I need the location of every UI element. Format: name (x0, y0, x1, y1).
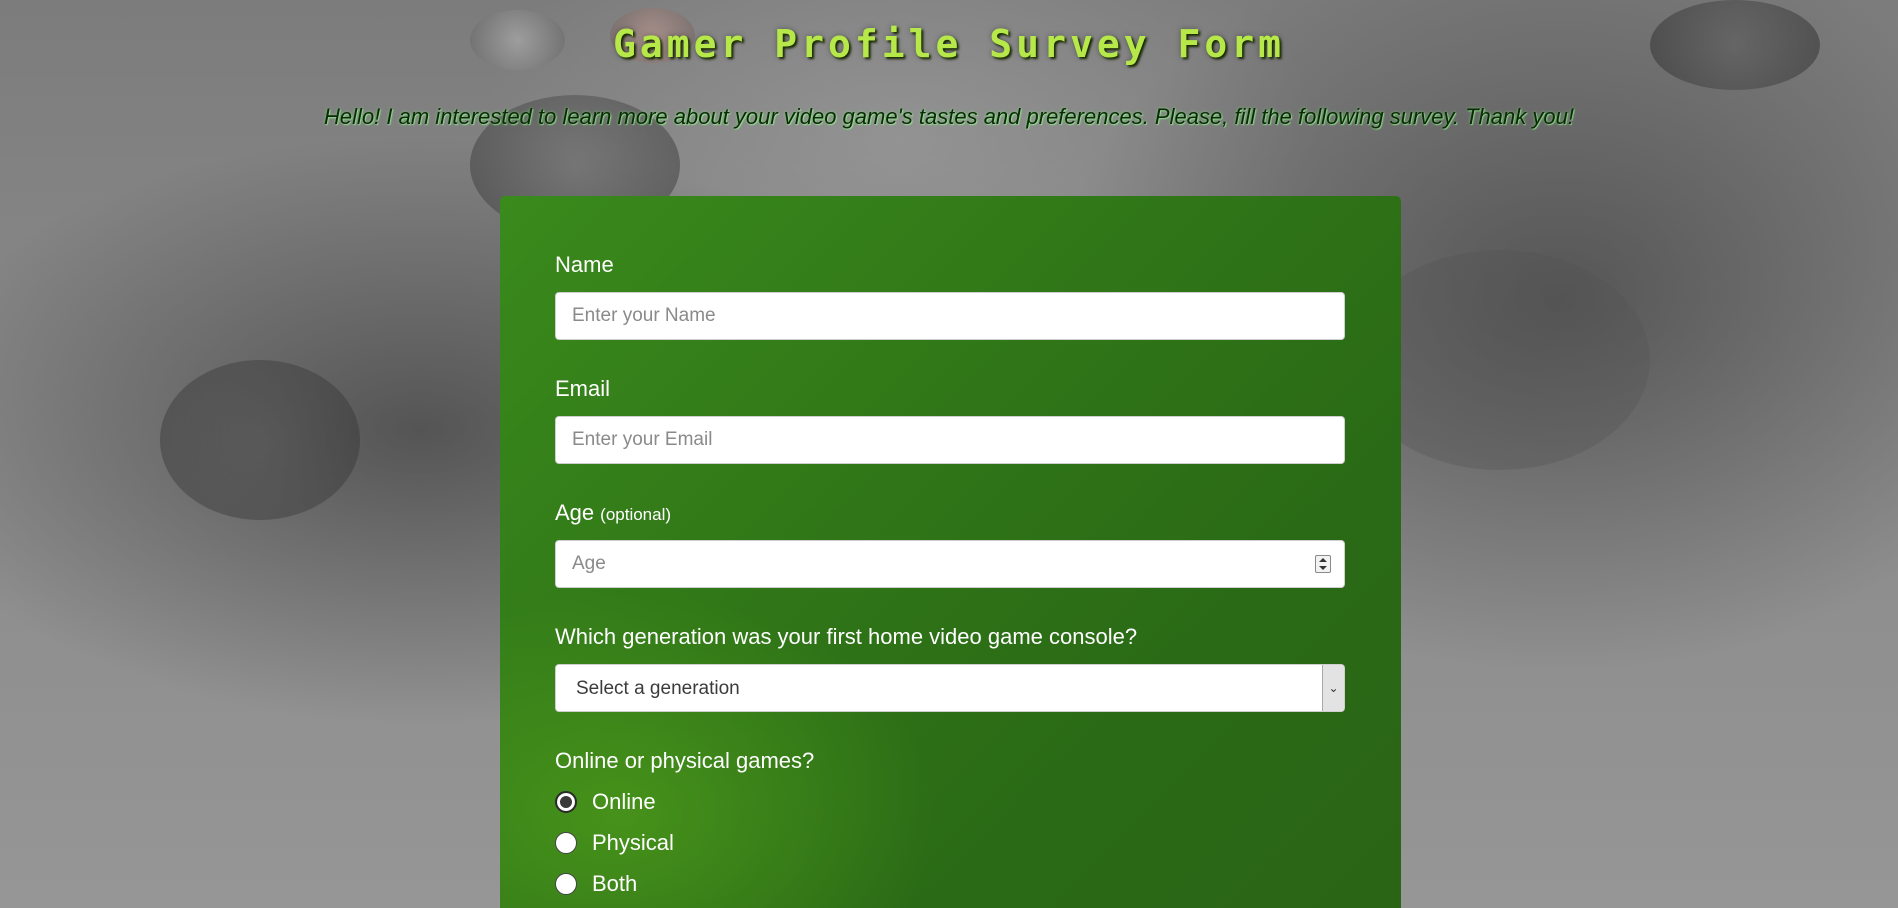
radio-button-physical[interactable] (555, 832, 577, 854)
radio-label-both: Both (592, 871, 638, 896)
generation-select[interactable]: Select a generation ⌄ (555, 664, 1345, 712)
optional-note: (optional) (600, 505, 672, 524)
radio-label-physical: Physical (592, 830, 674, 855)
name-label: Name (555, 252, 614, 277)
generation-label: Which generation was your first home vid… (555, 624, 1138, 649)
survey-description: Hello! I am interested to learn more abo… (324, 104, 1574, 129)
page-title: Gamer Profile Survey Form (613, 22, 1285, 66)
radio-button-online[interactable] (555, 791, 577, 813)
email-input[interactable] (555, 416, 1345, 464)
generation-select-value: Select a generation (576, 678, 740, 699)
age-input[interactable] (555, 540, 1345, 588)
age-label-group: Age (optional) (555, 500, 671, 526)
radio-label-online: Online (592, 789, 656, 814)
controller-dpad-shape (160, 360, 360, 520)
name-input[interactable] (555, 292, 1345, 340)
email-label: Email (555, 376, 611, 401)
game-type-label: Online or physical games? (555, 748, 815, 773)
survey-form: Name Email Age (optional) Which generatio… (500, 196, 1401, 908)
number-spinner-icon[interactable] (1315, 555, 1331, 573)
age-field (555, 540, 1345, 588)
age-label: Age (555, 500, 595, 525)
chevron-down-icon[interactable]: ⌄ (1322, 665, 1344, 711)
radio-button-both[interactable] (555, 873, 577, 895)
